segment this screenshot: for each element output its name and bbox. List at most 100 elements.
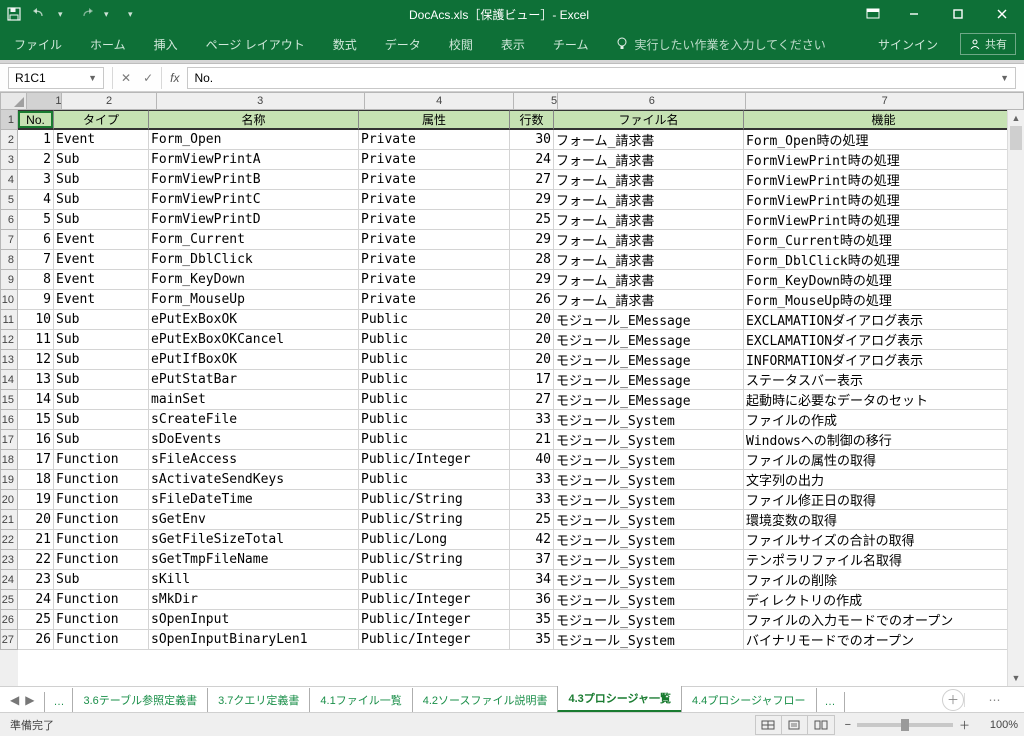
cell[interactable]: モジュール_System — [554, 410, 744, 430]
cell[interactable]: Function — [54, 530, 149, 550]
cell[interactable]: ファイルの作成 — [744, 410, 1024, 430]
row-header[interactable]: 11 — [0, 310, 18, 330]
cell[interactable]: ファイル修正日の取得 — [744, 490, 1024, 510]
cell[interactable]: Event — [54, 130, 149, 150]
sheet-tab-overflow-right[interactable]: … — [816, 692, 845, 713]
view-pagebreak-button[interactable] — [808, 716, 834, 734]
cell[interactable]: モジュール_EMessage — [554, 370, 744, 390]
cell[interactable]: Public/Integer — [359, 450, 510, 470]
share-button[interactable]: 共有 — [960, 33, 1016, 55]
cell[interactable]: Public — [359, 390, 510, 410]
cell[interactable]: 文字列の出力 — [744, 470, 1024, 490]
cell[interactable]: 7 — [18, 250, 54, 270]
row-header[interactable]: 24 — [0, 570, 18, 590]
cell[interactable]: Public/Integer — [359, 590, 510, 610]
cell[interactable]: 33 — [510, 490, 554, 510]
tab-pagelayout[interactable]: ページ レイアウト — [192, 28, 319, 60]
cell[interactable]: 23 — [18, 570, 54, 590]
cell[interactable]: 37 — [510, 550, 554, 570]
cell[interactable]: 24 — [18, 590, 54, 610]
cell[interactable]: 1 — [18, 130, 54, 150]
cell[interactable]: モジュール_System — [554, 570, 744, 590]
scroll-up-icon[interactable]: ▲ — [1008, 110, 1024, 126]
sheet-tab[interactable]: 4.2ソースファイル説明書 — [412, 688, 559, 713]
cell[interactable]: Sub — [54, 410, 149, 430]
cell[interactable]: Function — [54, 470, 149, 490]
cell[interactable]: ePutIfBoxOK — [149, 350, 359, 370]
cell[interactable]: モジュール_EMessage — [554, 330, 744, 350]
cell[interactable]: Private — [359, 230, 510, 250]
cell[interactable]: フォーム_請求書 — [554, 170, 744, 190]
cell[interactable]: FormViewPrintA — [149, 150, 359, 170]
row-header[interactable]: 22 — [0, 530, 18, 550]
cell[interactable]: FormViewPrintB — [149, 170, 359, 190]
cell[interactable]: ファイルの削除 — [744, 570, 1024, 590]
cell[interactable]: フォーム_請求書 — [554, 250, 744, 270]
zoom-in-button[interactable]: ＋ — [959, 717, 970, 733]
cell[interactable]: 5 — [18, 210, 54, 230]
cell[interactable]: sActivateSendKeys — [149, 470, 359, 490]
cell[interactable]: Public — [359, 370, 510, 390]
cell[interactable]: Private — [359, 190, 510, 210]
cell[interactable]: 29 — [510, 190, 554, 210]
save-icon[interactable] — [6, 6, 22, 22]
tell-me[interactable]: 実行したい作業を入力してください — [602, 28, 839, 60]
col-header[interactable]: 1 — [27, 92, 63, 110]
cell[interactable]: Function — [54, 510, 149, 530]
cell[interactable]: モジュール_System — [554, 470, 744, 490]
cell[interactable]: 34 — [510, 570, 554, 590]
ribbon-display-options-icon[interactable] — [854, 8, 892, 20]
cell[interactable]: 21 — [18, 530, 54, 550]
cell[interactable]: Event — [54, 250, 149, 270]
cell[interactable]: 14 — [18, 390, 54, 410]
table-header-cell[interactable]: 属性 — [359, 110, 510, 130]
cell[interactable]: モジュール_System — [554, 610, 744, 630]
cell[interactable]: Sub — [54, 430, 149, 450]
cell[interactable]: Public — [359, 430, 510, 450]
cell[interactable]: Form_DblClick時の処理 — [744, 250, 1024, 270]
close-button[interactable] — [980, 0, 1024, 28]
cell[interactable]: モジュール_System — [554, 530, 744, 550]
scroll-thumb[interactable] — [1010, 126, 1022, 150]
cell[interactable]: 25 — [18, 610, 54, 630]
row-header[interactable]: 10 — [0, 290, 18, 310]
cell[interactable]: モジュール_System — [554, 430, 744, 450]
sheet-tab[interactable]: 3.7クエリ定義書 — [207, 688, 310, 713]
cell[interactable]: フォーム_請求書 — [554, 130, 744, 150]
cell[interactable]: 28 — [510, 250, 554, 270]
zoom-out-button[interactable]: − — [845, 719, 851, 731]
sheet-tab-overflow-left[interactable]: … — [44, 692, 73, 713]
cell[interactable]: 24 — [510, 150, 554, 170]
col-header[interactable]: 3 — [157, 92, 365, 110]
cell[interactable]: 20 — [18, 510, 54, 530]
cell[interactable]: テンポラリファイル名取得 — [744, 550, 1024, 570]
cells-area[interactable]: No.タイプ名称属性行数ファイル名機能1EventForm_OpenPrivat… — [18, 110, 1024, 686]
cell[interactable]: 40 — [510, 450, 554, 470]
cell[interactable]: Event — [54, 230, 149, 250]
cell[interactable]: sDoEvents — [149, 430, 359, 450]
cell[interactable]: ファイルの入力モードでのオープン — [744, 610, 1024, 630]
signin-link[interactable]: サインイン — [864, 36, 952, 53]
cell[interactable]: モジュール_System — [554, 450, 744, 470]
scroll-down-icon[interactable]: ▼ — [1008, 670, 1024, 686]
cell[interactable]: FormViewPrint時の処理 — [744, 190, 1024, 210]
cell[interactable]: 6 — [18, 230, 54, 250]
sheet-tab[interactable]: 4.3プロシージャ一覧 — [557, 686, 682, 713]
cell[interactable]: 13 — [18, 370, 54, 390]
formula-expand-icon[interactable]: ▼ — [1000, 73, 1009, 83]
cell[interactable]: モジュール_EMessage — [554, 310, 744, 330]
cell[interactable]: EXCLAMATIONダイアログ表示 — [744, 310, 1024, 330]
cell[interactable]: Private — [359, 150, 510, 170]
cell[interactable]: Sub — [54, 150, 149, 170]
cell[interactable]: Sub — [54, 190, 149, 210]
view-normal-button[interactable] — [756, 716, 782, 734]
cell[interactable]: モジュール_EMessage — [554, 350, 744, 370]
cell[interactable]: Sub — [54, 210, 149, 230]
row-header[interactable]: 9 — [0, 270, 18, 290]
cell[interactable]: 20 — [510, 350, 554, 370]
cell[interactable]: sGetFileSizeTotal — [149, 530, 359, 550]
cell[interactable]: 17 — [510, 370, 554, 390]
row-header[interactable]: 27 — [0, 630, 18, 650]
col-header[interactable]: 2 — [62, 92, 156, 110]
cell[interactable]: 15 — [18, 410, 54, 430]
